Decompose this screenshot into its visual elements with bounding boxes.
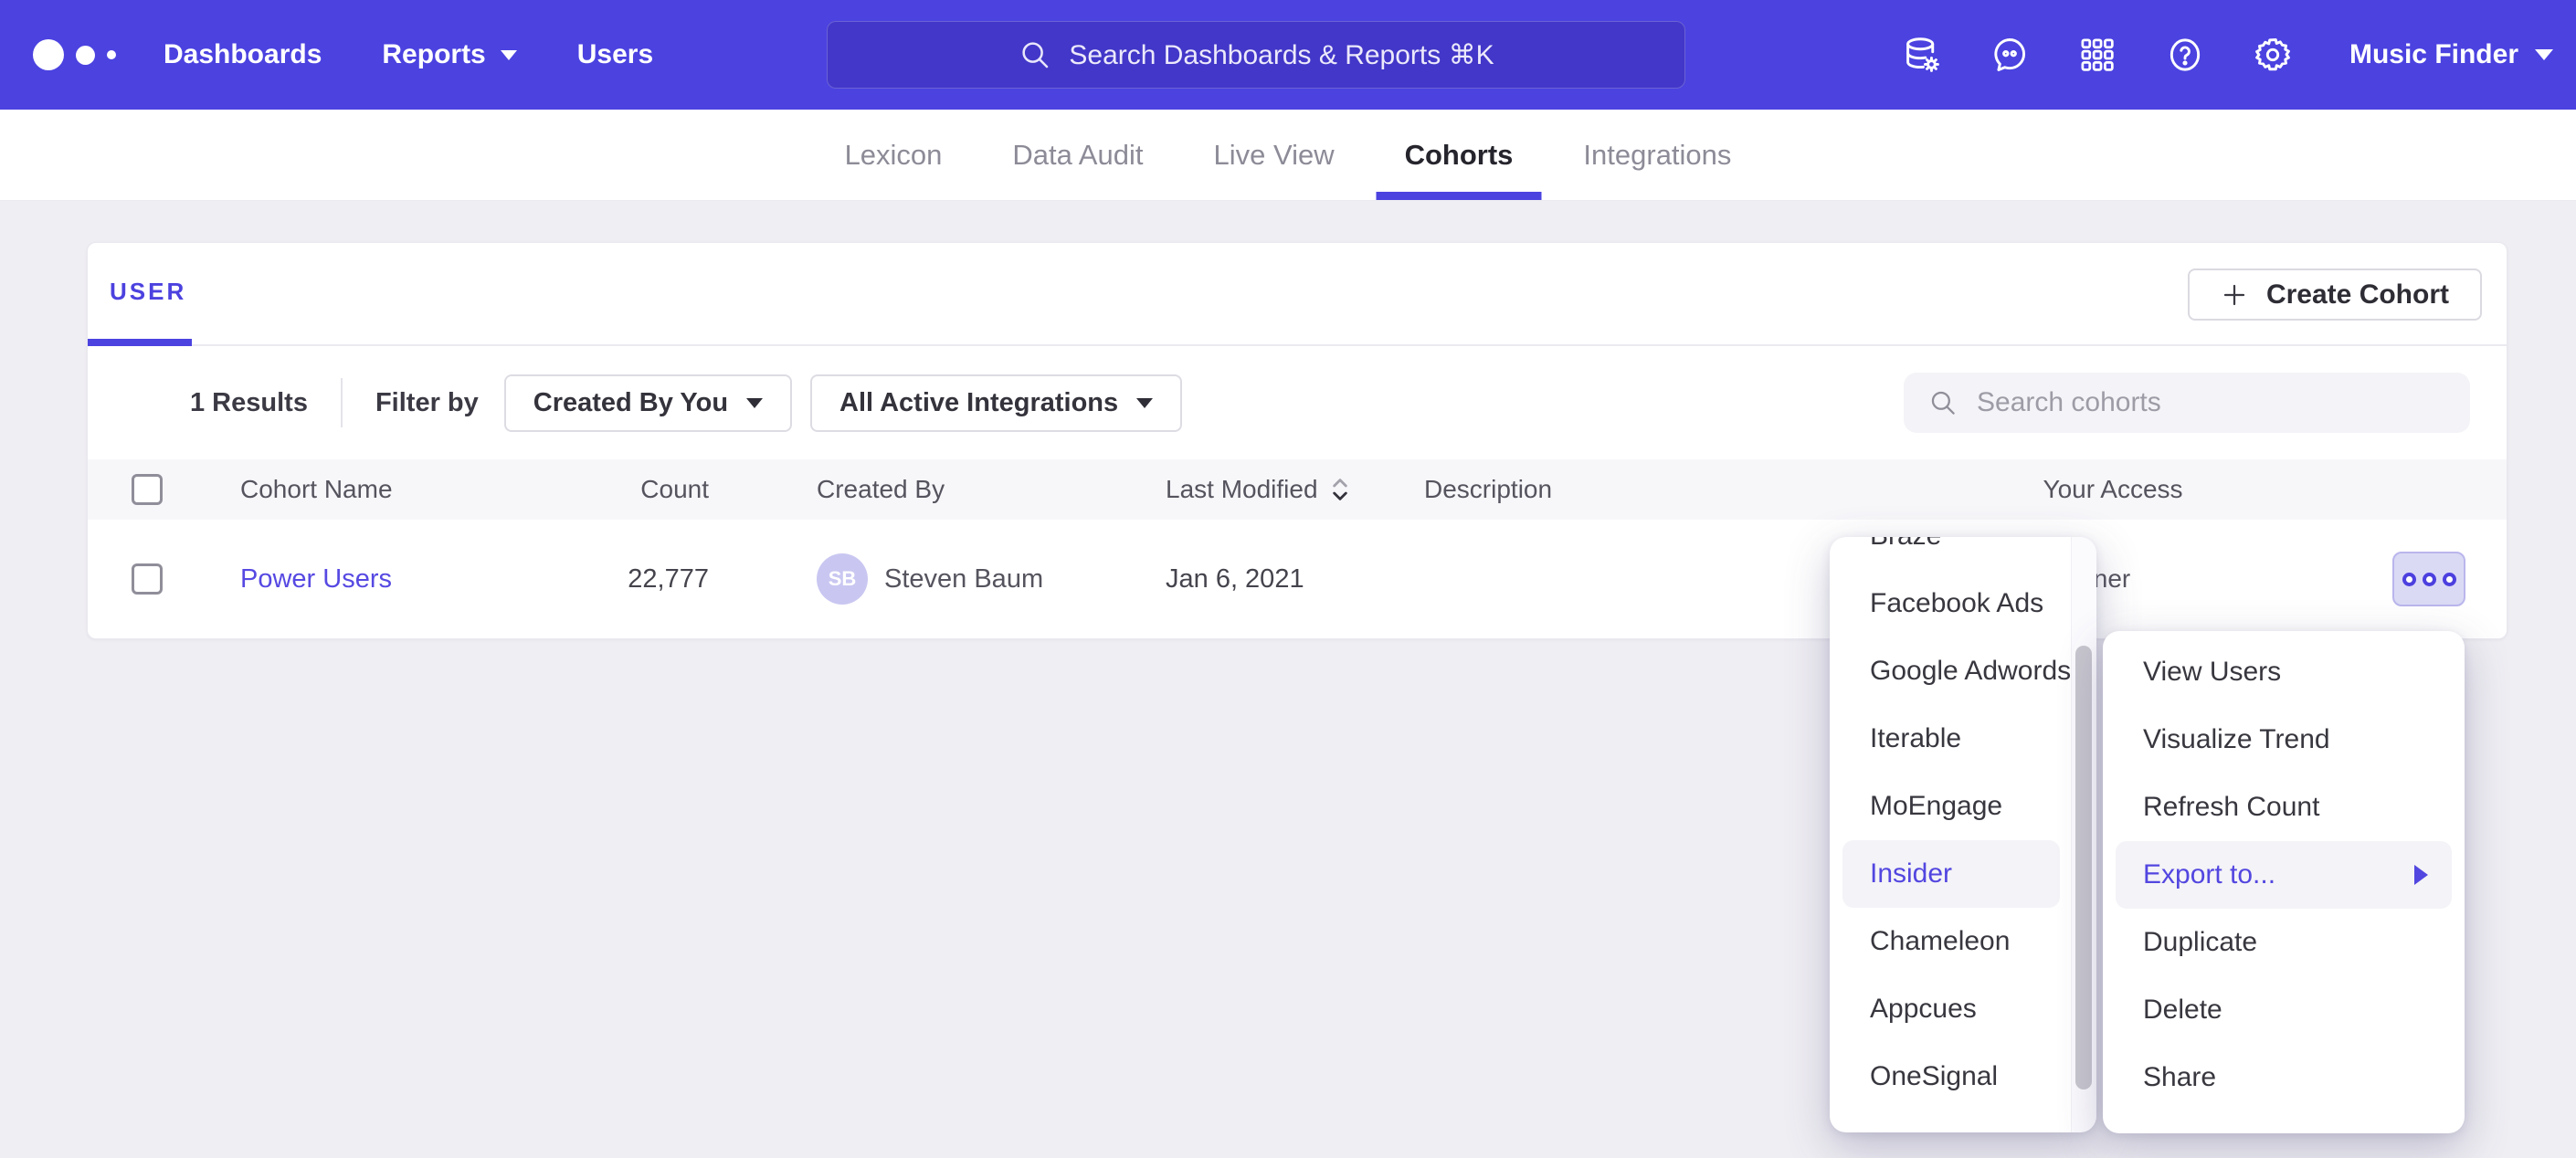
chevron-down-icon — [1136, 398, 1153, 408]
nav-reports-label: Reports — [382, 39, 485, 70]
cohorts-panel: USER Create Cohort 1 Results Filter by C… — [87, 242, 2507, 639]
primary-nav: Dashboards Reports Users — [164, 39, 653, 70]
top-navigation-bar: Dashboards Reports Users Search Dashboar… — [0, 0, 2576, 110]
menu-item-delete[interactable]: Delete — [2103, 976, 2465, 1044]
data-management-icon[interactable] — [1902, 35, 1942, 75]
tab-integrations[interactable]: Integrations — [1583, 110, 1731, 200]
submenu-item-facebook-ads[interactable]: Facebook Ads — [1830, 570, 2096, 637]
last-modified-label: Last Modified — [1166, 475, 1318, 504]
column-header-description[interactable]: Description — [1424, 475, 1839, 504]
nav-users-label: Users — [577, 39, 653, 70]
nav-users[interactable]: Users — [577, 39, 653, 70]
sort-descending-icon — [1329, 476, 1351, 503]
row-actions-button[interactable] — [2392, 552, 2465, 606]
export-to-label: Export to... — [2143, 859, 2275, 890]
integrations-filter-label: All Active Integrations — [839, 388, 1118, 418]
submenu-scrollbar-thumb[interactable] — [2075, 646, 2092, 1090]
created-by-name: Steven Baum — [884, 564, 1043, 595]
cohort-count: 22,777 — [628, 564, 709, 594]
created-by-filter-dropdown[interactable]: Created By You — [504, 374, 792, 432]
submenu-item-insider[interactable]: Insider — [1842, 840, 2060, 908]
submenu-item-moengage[interactable]: MoEngage — [1830, 773, 2096, 840]
column-header-last-modified[interactable]: Last Modified — [1166, 475, 1424, 504]
submenu-item-onesignal[interactable]: OneSignal — [1830, 1043, 2096, 1111]
results-count: 1 Results — [190, 388, 308, 418]
global-search-placeholder: Search Dashboards & Reports ⌘K — [1069, 39, 1494, 71]
integrations-filter-dropdown[interactable]: All Active Integrations — [810, 374, 1182, 432]
cohort-table-header: Cohort Name Count Created By Last Modifi… — [88, 459, 2507, 520]
dot-icon — [2402, 573, 2416, 586]
dot-icon — [2423, 573, 2436, 586]
cohort-search — [1904, 373, 2470, 433]
chevron-down-icon — [746, 398, 763, 408]
cohort-table-row: Power Users 22,777 SB Steven Baum Jan 6,… — [88, 520, 2507, 638]
chevron-down-icon — [2535, 49, 2553, 60]
nav-reports[interactable]: Reports — [382, 39, 516, 70]
search-icon — [1018, 37, 1052, 72]
logo-dot-medium — [76, 46, 95, 65]
select-all-checkbox[interactable] — [132, 474, 163, 505]
project-switcher[interactable]: Music Finder — [2349, 39, 2553, 70]
topbar-right-controls: Music Finder — [1902, 0, 2553, 110]
cohort-type-tabstrip: USER Create Cohort — [88, 243, 2507, 346]
tab-cohorts[interactable]: Cohorts — [1405, 110, 1514, 200]
nav-dashboards-label: Dashboards — [164, 39, 322, 70]
column-header-created-by[interactable]: Created By — [709, 475, 1166, 504]
logo-dot-large — [33, 39, 64, 70]
mixpanel-logo[interactable] — [33, 39, 116, 70]
avatar: SB — [817, 553, 868, 605]
tab-lexicon[interactable]: Lexicon — [845, 110, 943, 200]
submenu-item-iterable[interactable]: Iterable — [1830, 705, 2096, 773]
settings-icon[interactable] — [2253, 35, 2293, 75]
logo-dot-small — [107, 50, 116, 59]
tab-user-cohorts[interactable]: USER — [110, 278, 186, 306]
tab-data-audit[interactable]: Data Audit — [1012, 110, 1143, 200]
cohort-name-link[interactable]: Power Users — [240, 564, 392, 594]
nav-dashboards[interactable]: Dashboards — [164, 39, 322, 70]
submenu-item-appcues[interactable]: Appcues — [1830, 975, 2096, 1043]
active-tab-underline — [88, 339, 192, 346]
menu-item-visualize-trend[interactable]: Visualize Trend — [2103, 706, 2465, 774]
submenu-arrow-icon — [2414, 865, 2428, 885]
menu-item-refresh-count[interactable]: Refresh Count — [2103, 774, 2465, 841]
create-cohort-button[interactable]: Create Cohort — [2188, 268, 2482, 321]
column-header-cohort-name[interactable]: Cohort Name — [240, 475, 567, 504]
search-icon — [1927, 387, 1958, 418]
dot-icon — [2443, 573, 2456, 586]
row-context-menu: View Users Visualize Trend Refresh Count… — [2103, 631, 2465, 1133]
row-checkbox[interactable] — [132, 563, 163, 595]
menu-item-share[interactable]: Share — [2103, 1044, 2465, 1111]
project-name: Music Finder — [2349, 39, 2518, 70]
mixpanel-cohorts-screen: Dashboards Reports Users Search Dashboar… — [0, 0, 2576, 1158]
column-header-your-access[interactable]: Your Access — [1839, 475, 2387, 504]
filter-by-label: Filter by — [375, 388, 479, 418]
column-header-count[interactable]: Count — [567, 475, 709, 504]
tab-live-view[interactable]: Live View — [1213, 110, 1334, 200]
submenu-item-chameleon[interactable]: Chameleon — [1830, 908, 2096, 975]
create-cohort-label: Create Cohort — [2266, 279, 2449, 311]
submenu-item-braze[interactable]: Braze — [1830, 537, 2096, 570]
menu-item-view-users[interactable]: View Users — [2103, 638, 2465, 706]
global-search-input[interactable]: Search Dashboards & Reports ⌘K — [827, 21, 1685, 89]
help-icon[interactable] — [2165, 35, 2205, 75]
last-modified-date: Jan 6, 2021 — [1166, 564, 1304, 594]
menu-item-export-to[interactable]: Export to... — [2116, 841, 2452, 909]
export-to-submenu: Braze Facebook Ads Google Adwords Iterab… — [1830, 537, 2096, 1132]
created-by-filter-label: Created By You — [533, 388, 728, 418]
chevron-down-icon — [501, 50, 517, 60]
submenu-item-google-adwords[interactable]: Google Adwords — [1830, 637, 2096, 705]
vertical-divider — [341, 378, 343, 427]
filter-bar: 1 Results Filter by Created By You All A… — [88, 346, 2507, 459]
feedback-icon[interactable] — [1990, 35, 2030, 75]
plus-icon — [2221, 281, 2248, 309]
data-management-subnav: Lexicon Data Audit Live View Cohorts Int… — [0, 110, 2576, 201]
cohort-search-input[interactable] — [1977, 387, 2470, 418]
menu-item-duplicate[interactable]: Duplicate — [2103, 909, 2465, 976]
apps-grid-icon[interactable] — [2077, 35, 2117, 75]
